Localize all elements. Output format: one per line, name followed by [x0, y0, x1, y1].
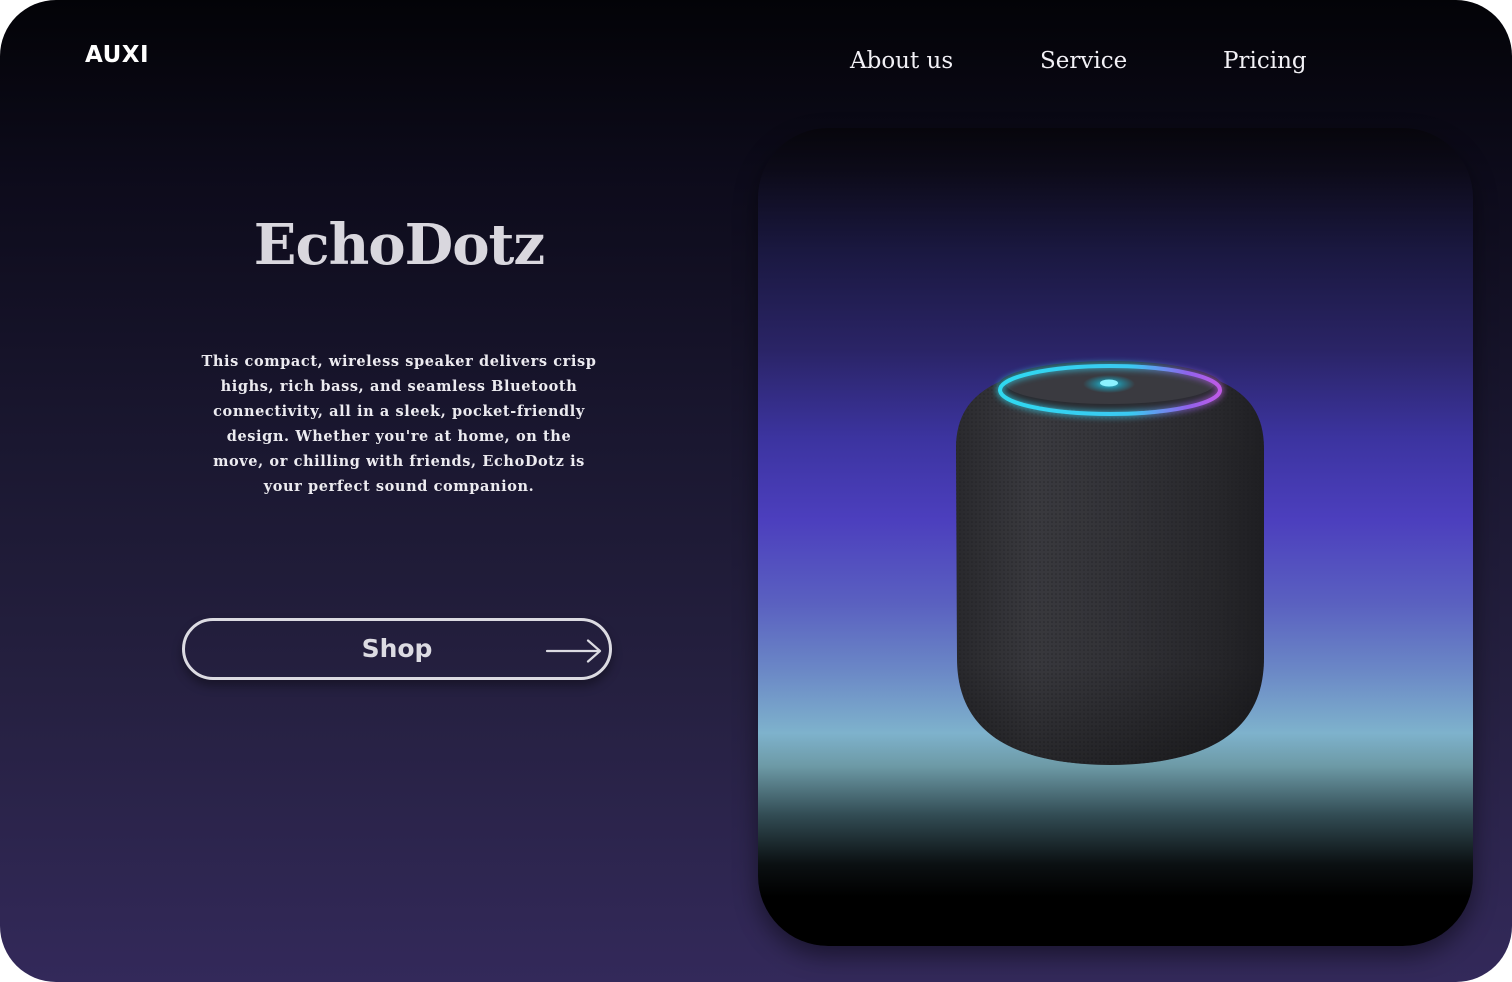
arrow-right-icon — [545, 639, 602, 663]
landing-page: AUXI About us Service Pricing EchoDotz T… — [0, 0, 1512, 982]
hero-description: This compact, wireless speaker delivers … — [201, 353, 597, 495]
nav-link-pricing[interactable]: Pricing — [1223, 48, 1307, 74]
product-image-card — [758, 128, 1473, 946]
nav-link-service[interactable]: Service — [1040, 48, 1127, 74]
shop-button[interactable]: Shop — [182, 618, 612, 680]
nav-link-about-us[interactable]: About us — [850, 48, 953, 74]
smart-speaker-image — [956, 361, 1264, 765]
hero-title: EchoDotz — [253, 212, 545, 278]
top-nav: About us Service Pricing — [0, 48, 1512, 82]
